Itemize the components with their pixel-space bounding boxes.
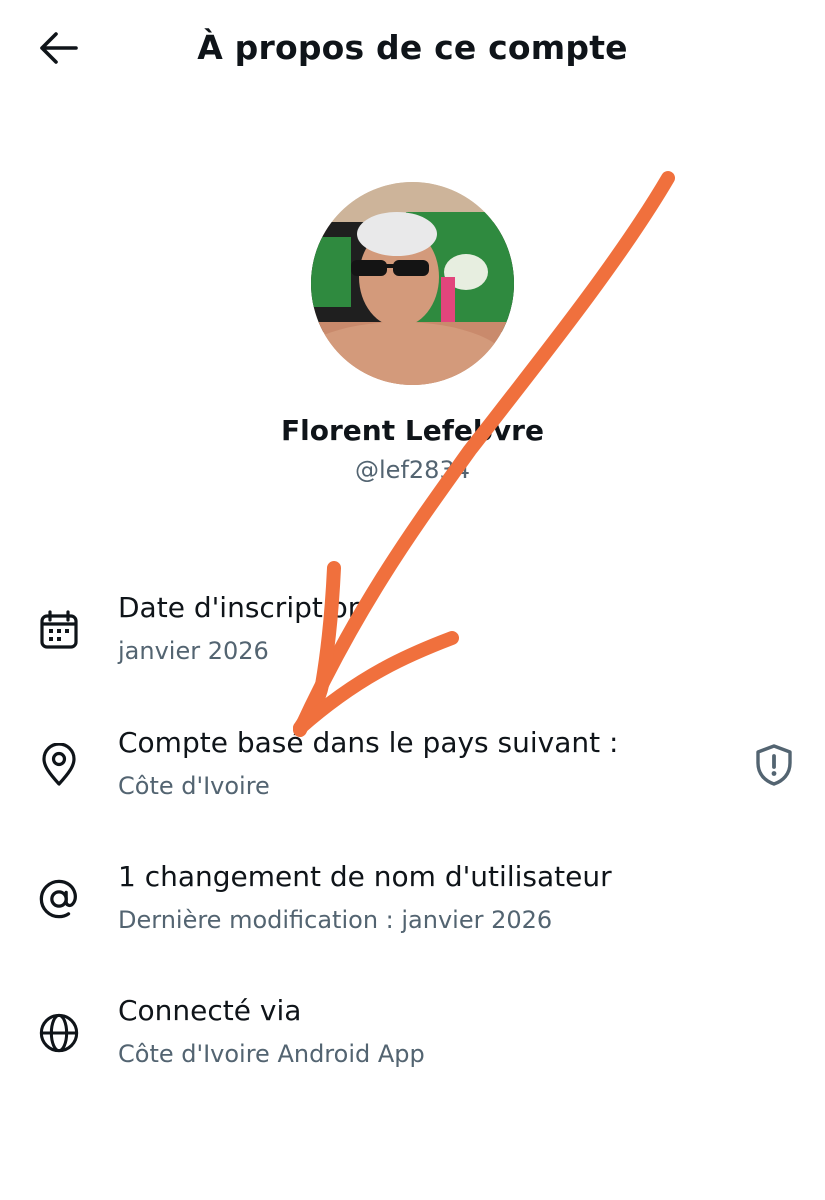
location-pin-icon xyxy=(38,743,80,786)
about-account-page: À propos de ce compte Florent Lefebvre @… xyxy=(0,0,825,1200)
username-handle: @lef2834 xyxy=(355,456,470,484)
row-subtitle: Côte d'Ivoire Android App xyxy=(118,1040,425,1068)
avatar[interactable] xyxy=(311,182,514,385)
profile-photo xyxy=(311,182,514,385)
shield-alert-button[interactable] xyxy=(752,742,796,788)
row-title: Connecté via xyxy=(118,994,302,1027)
info-row-join-date: Date d'inscription janvier 2026 xyxy=(0,591,825,701)
info-row-connected-via: Connecté via Côte d'Ivoire Android App xyxy=(0,994,825,1104)
globe-icon xyxy=(38,1012,80,1054)
row-subtitle: janvier 2026 xyxy=(118,637,269,665)
info-row-country: Compte basé dans le pays suivant : Côte … xyxy=(0,726,825,836)
row-title: Date d'inscription xyxy=(118,591,366,624)
page-title: À propos de ce compte xyxy=(197,28,628,67)
info-row-username-changes: 1 changement de nom d'utilisateur Derniè… xyxy=(0,860,825,970)
at-sign-icon xyxy=(38,878,80,920)
calendar-icon xyxy=(38,609,80,651)
display-name: Florent Lefebvre xyxy=(281,414,544,447)
row-subtitle: Côte d'Ivoire xyxy=(118,772,270,800)
row-title: 1 changement de nom d'utilisateur xyxy=(118,860,612,893)
row-title: Compte basé dans le pays suivant : xyxy=(118,726,619,759)
shield-alert-icon xyxy=(756,744,792,786)
row-subtitle: Dernière modification : janvier 2026 xyxy=(118,906,553,934)
